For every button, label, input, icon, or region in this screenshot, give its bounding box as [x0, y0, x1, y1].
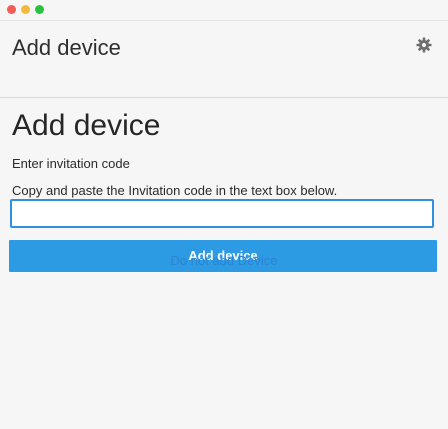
instructions-text: Copy and paste the Invitation code in th…: [12, 183, 338, 198]
window-titlebar: [0, 0, 448, 21]
header-bar: Add device: [0, 21, 448, 75]
header-divider: [0, 97, 448, 98]
page-title: Add device: [12, 109, 161, 142]
gear-icon[interactable]: [416, 37, 432, 53]
window-maximize-button[interactable]: [35, 5, 44, 14]
header-title: Add device: [12, 35, 121, 60]
window-close-button[interactable]: [7, 5, 16, 14]
window-minimize-button[interactable]: [21, 5, 30, 14]
do-not-add-device-link[interactable]: Do not add Device: [0, 253, 448, 268]
invitation-code-input[interactable]: [10, 199, 434, 228]
page-subtitle: Enter invitation code: [12, 156, 130, 171]
